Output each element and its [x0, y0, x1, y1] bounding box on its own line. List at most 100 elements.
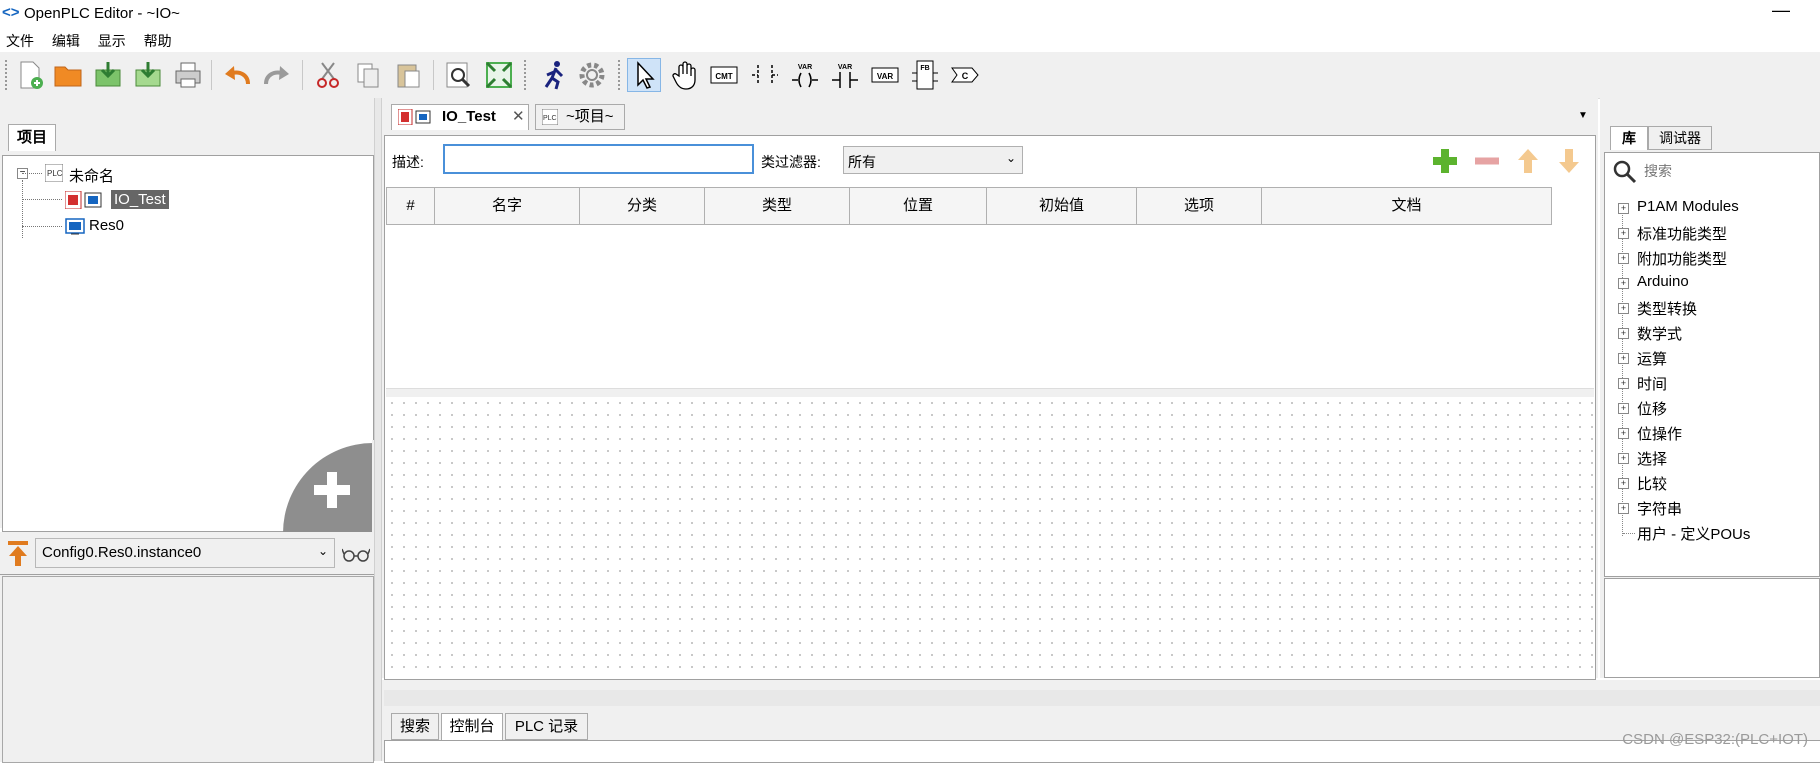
expand-icon[interactable]: +: [1618, 353, 1629, 364]
library-item-bitwise[interactable]: 位操作: [1637, 423, 1682, 444]
run-icon[interactable]: [537, 58, 571, 92]
variable-icon[interactable]: VAR: [868, 58, 902, 92]
library-item-time[interactable]: 时间: [1637, 373, 1667, 394]
settings-icon[interactable]: [575, 58, 609, 92]
variable-table-body[interactable]: [386, 225, 1594, 388]
library-search[interactable]: [1610, 158, 1820, 186]
expand-icon[interactable]: +: [1618, 253, 1629, 264]
column-header-location[interactable]: 位置: [850, 188, 987, 224]
new-file-icon[interactable]: [13, 58, 47, 92]
delete-variable-icon[interactable]: [1473, 147, 1501, 178]
menu-view[interactable]: 显示: [92, 28, 134, 51]
expand-icon[interactable]: +: [1618, 453, 1629, 464]
zoom-icon[interactable]: [442, 58, 476, 92]
diagram-canvas[interactable]: [386, 397, 1594, 678]
tab-menu-icon[interactable]: ▼: [1578, 110, 1588, 121]
tree-root-label[interactable]: 未命名: [69, 165, 114, 186]
column-header-type[interactable]: 类型: [705, 188, 850, 224]
close-icon[interactable]: ✕: [512, 105, 525, 129]
tab-project-overview[interactable]: PLC ~项目~: [535, 104, 625, 130]
open-folder-icon[interactable]: [51, 58, 85, 92]
variable-label: VAR: [877, 72, 894, 81]
cut-icon[interactable]: [311, 58, 345, 92]
vertical-splitter[interactable]: [374, 98, 382, 761]
coil-var-icon[interactable]: VAR: [788, 58, 822, 92]
fullscreen-icon[interactable]: [482, 58, 516, 92]
variable-table-header: # 名字 分类 类型 位置 初始值 选项 文档: [386, 187, 1552, 225]
library-item-type-conversion[interactable]: 类型转换: [1637, 298, 1697, 319]
class-filter-select[interactable]: 所有 ⌄: [843, 146, 1023, 174]
paste-icon[interactable]: [391, 58, 425, 92]
expand-icon[interactable]: +: [1618, 328, 1629, 339]
add-variable-icon[interactable]: [1431, 147, 1459, 178]
save-as-icon[interactable]: [131, 58, 165, 92]
menu-edit[interactable]: 编辑: [46, 28, 88, 51]
library-item-math[interactable]: 数学式: [1637, 323, 1682, 344]
app-logo-icon: <>: [2, 4, 20, 21]
hand-icon[interactable]: [668, 58, 702, 92]
column-header-class[interactable]: 分类: [580, 188, 705, 224]
tab-console[interactable]: 控制台: [441, 713, 503, 740]
tab-project-overview-label: ~项目~: [566, 108, 614, 125]
toolbar-grip[interactable]: [618, 60, 623, 90]
contact-icon[interactable]: [748, 58, 782, 92]
menu-help[interactable]: 帮助: [138, 28, 180, 51]
column-header-name[interactable]: 名字: [435, 188, 580, 224]
menu-file[interactable]: 文件: [0, 28, 42, 51]
library-item-standard-function[interactable]: 标准功能类型: [1637, 223, 1727, 244]
chevron-down-icon: ⌄: [1005, 151, 1016, 165]
library-search-input[interactable]: [1642, 158, 1820, 184]
comment-icon[interactable]: CMT: [708, 58, 742, 92]
select-cursor-icon[interactable]: [627, 58, 661, 92]
expand-icon[interactable]: +: [1618, 478, 1629, 489]
description-input[interactable]: [443, 144, 754, 174]
expand-icon[interactable]: +: [1618, 378, 1629, 389]
undo-icon[interactable]: [220, 58, 254, 92]
toolbar-grip[interactable]: [5, 60, 10, 90]
expand-icon[interactable]: +: [1618, 303, 1629, 314]
tree-item-res0[interactable]: Res0: [89, 217, 124, 234]
minimize-button[interactable]: —: [1772, 0, 1790, 21]
connector-icon[interactable]: C: [948, 58, 982, 92]
library-item-user-pous[interactable]: 用户 - 定义POUs: [1637, 523, 1750, 544]
column-header-documentation[interactable]: 文档: [1262, 188, 1551, 224]
expand-icon[interactable]: +: [1618, 403, 1629, 414]
print-icon[interactable]: [171, 58, 205, 92]
library-item-comparison[interactable]: 比较: [1637, 473, 1667, 494]
toolbar-grip[interactable]: [524, 60, 529, 90]
move-down-icon[interactable]: [1556, 147, 1582, 178]
tab-io-test[interactable]: IO_Test ✕: [391, 104, 529, 130]
tab-debugger[interactable]: 调试器: [1648, 126, 1712, 150]
library-item-selection[interactable]: 选择: [1637, 448, 1667, 469]
move-up-icon[interactable]: [1515, 147, 1541, 178]
library-item-string[interactable]: 字符串: [1637, 498, 1682, 519]
contact-var-icon[interactable]: VAR: [828, 58, 862, 92]
tab-plc-log[interactable]: PLC 记录: [505, 713, 588, 740]
column-header-index[interactable]: #: [387, 188, 435, 224]
expand-icon[interactable]: +: [1618, 278, 1629, 289]
instance-select[interactable]: Config0.Res0.instance0 ⌄: [35, 538, 335, 568]
expand-icon[interactable]: +: [1618, 228, 1629, 239]
tab-library[interactable]: 库: [1610, 126, 1648, 150]
tab-search[interactable]: 搜索: [391, 713, 439, 740]
expand-icon[interactable]: +: [1618, 503, 1629, 514]
console-output[interactable]: [384, 740, 1820, 763]
expand-icon[interactable]: +: [1618, 428, 1629, 439]
function-block-icon[interactable]: FB: [908, 58, 942, 92]
expand-icon[interactable]: +: [1618, 203, 1629, 214]
tab-project[interactable]: 项目: [8, 124, 56, 151]
tree-item-io-test[interactable]: IO_Test: [111, 190, 169, 209]
column-header-initial-value[interactable]: 初始值: [987, 188, 1137, 224]
column-header-option[interactable]: 选项: [1137, 188, 1262, 224]
copy-icon[interactable]: [351, 58, 385, 92]
save-icon[interactable]: [91, 58, 125, 92]
library-item-bit-shift[interactable]: 位移: [1637, 398, 1667, 419]
library-item-arduino[interactable]: Arduino: [1637, 273, 1689, 290]
library-item-p1am[interactable]: P1AM Modules: [1637, 198, 1739, 215]
glasses-icon[interactable]: [341, 546, 371, 565]
function-block-label: FB: [920, 65, 929, 72]
debug-upload-icon[interactable]: [6, 540, 30, 571]
library-item-arithmetic[interactable]: 运算: [1637, 348, 1667, 369]
library-item-additional-function[interactable]: 附加功能类型: [1637, 248, 1727, 269]
redo-icon[interactable]: [260, 58, 294, 92]
